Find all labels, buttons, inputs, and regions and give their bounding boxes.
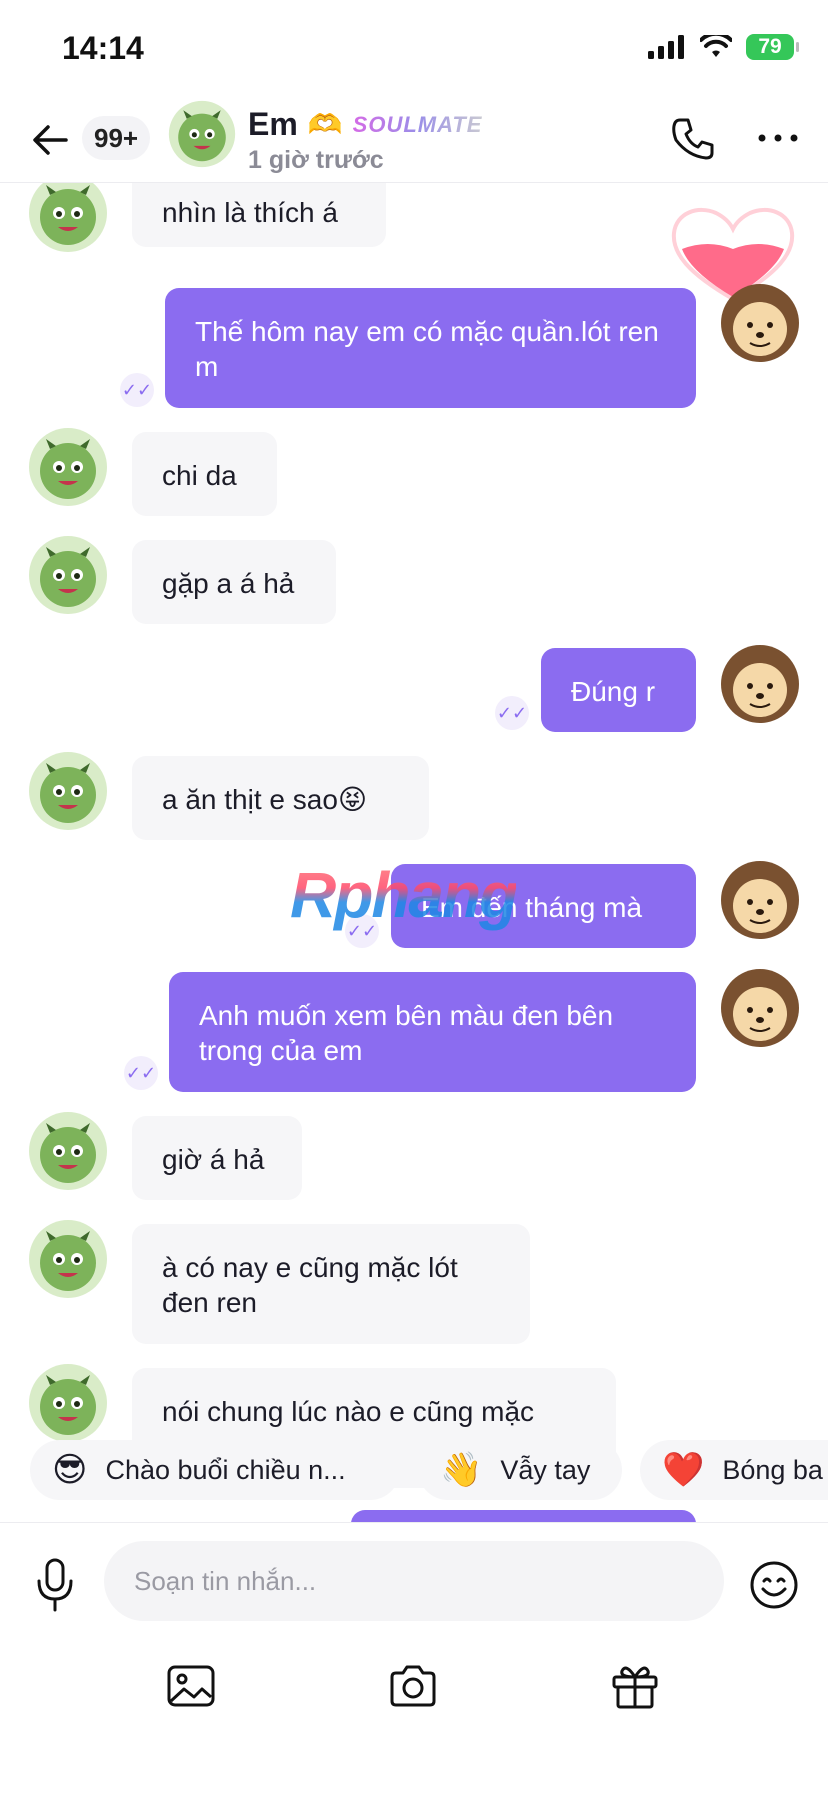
contact-name: Em — [248, 106, 298, 142]
incoming-message[interactable]: nhìn là thích á — [132, 183, 386, 247]
incoming-message[interactable]: a ăn thịt e sao😝 — [132, 756, 429, 840]
message-list[interactable]: nhìn là thích á Thế hôm nay em có mặc qu… — [0, 183, 828, 1523]
last-seen-status: 1 giờ trước — [248, 146, 384, 174]
contact-message-avatar[interactable] — [28, 183, 108, 253]
quick-reply-bar: 😎 Chào buổi chiều n... 👋 Vẫy tay ❤️ Bóng… — [0, 1436, 828, 1508]
battery-indicator: 79 — [746, 34, 799, 60]
message-composer — [0, 1522, 828, 1793]
emoji-smile-icon[interactable] — [748, 1559, 800, 1611]
waving-hand-icon: 👋 — [440, 1451, 483, 1489]
status-time: 14:14 — [62, 30, 144, 66]
image-gallery-icon[interactable] — [164, 1659, 218, 1713]
read-receipt-icon: ✓✓ — [124, 1056, 158, 1090]
my-avatar[interactable] — [720, 860, 800, 940]
contact-message-avatar[interactable] — [28, 751, 108, 831]
signal-icon — [648, 35, 684, 59]
incoming-message[interactable]: à có nay e cũng mặc lót đen ren — [132, 1224, 530, 1344]
my-avatar[interactable] — [720, 968, 800, 1048]
chat-header: 99+ Em 🫶 SOULMATE 1 giờ trước — [0, 96, 828, 183]
outgoing-message[interactable]: Thế hôm nay em có mặc quần.lót ren m — [165, 288, 696, 408]
back-arrow-icon[interactable] — [28, 118, 72, 162]
outgoing-message[interactable]: Anh muốn xem bên màu đen bên trong của e… — [169, 972, 696, 1092]
quick-reply-label: Bóng ba — [722, 1454, 823, 1485]
more-options-icon[interactable] — [754, 122, 802, 154]
status-bar: 14:14 79 — [0, 0, 828, 96]
microphone-icon[interactable] — [32, 1557, 78, 1613]
contact-message-avatar[interactable] — [28, 1363, 108, 1443]
quick-reply-chip[interactable]: 😎 Chào buổi chiều n... — [30, 1440, 400, 1500]
phone-call-icon[interactable] — [668, 114, 718, 164]
contact-avatar[interactable] — [168, 100, 236, 168]
contact-message-avatar[interactable] — [28, 1111, 108, 1191]
outgoing-message[interactable]: Em đến tháng mà — [391, 864, 696, 948]
wifi-icon — [700, 35, 732, 57]
quick-reply-chip[interactable]: ❤️ Bóng ba — [640, 1440, 828, 1500]
contact-name-row: Em 🫶 SOULMATE — [248, 106, 482, 143]
contact-message-avatar[interactable] — [28, 427, 108, 507]
my-avatar[interactable] — [720, 283, 800, 363]
camera-icon[interactable] — [386, 1659, 440, 1713]
message-input[interactable] — [104, 1541, 724, 1621]
sunglasses-emoji-icon: 😎 — [52, 1451, 88, 1489]
read-receipt-icon: ✓✓ — [495, 696, 529, 730]
outgoing-message[interactable]: Đúng r — [541, 648, 696, 732]
read-receipt-icon: ✓✓ — [345, 914, 379, 948]
quick-reply-label: Vẫy tay — [500, 1454, 591, 1485]
incoming-message[interactable]: gặp a á hả — [132, 540, 336, 624]
soulmate-tag: SOULMATE — [352, 111, 483, 137]
contact-message-avatar[interactable] — [28, 535, 108, 615]
incoming-message[interactable]: chi da — [132, 432, 277, 516]
heart-icon: ❤️ — [662, 1451, 705, 1489]
contact-message-avatar[interactable] — [28, 1219, 108, 1299]
my-avatar[interactable] — [720, 644, 800, 724]
unread-badge[interactable]: 99+ — [82, 116, 151, 160]
quick-reply-chip[interactable]: 👋 Vẫy tay — [418, 1440, 622, 1500]
incoming-message[interactable]: giờ á hả — [132, 1116, 302, 1200]
battery-level: 79 — [758, 35, 782, 58]
heart-hands-emoji: 🫶 — [307, 109, 343, 140]
gift-icon[interactable] — [608, 1659, 662, 1713]
read-receipt-icon: ✓✓ — [120, 373, 154, 407]
quick-reply-label: Chào buổi chiều n... — [105, 1454, 346, 1485]
